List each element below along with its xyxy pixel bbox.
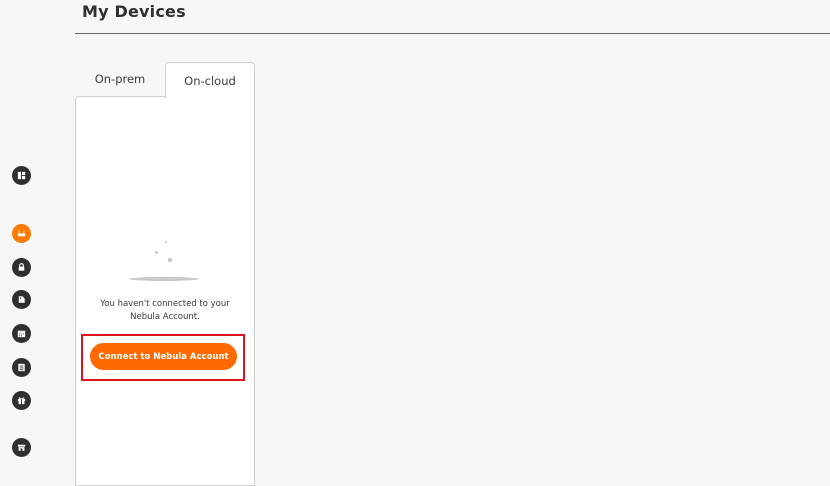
empty-illustration-dot: [165, 241, 167, 243]
title-divider: [75, 33, 830, 34]
empty-illustration-dot: [168, 258, 172, 262]
tag-icon[interactable]: [12, 290, 31, 309]
dashboard-icon[interactable]: [12, 166, 31, 185]
empty-state-line-1: You haven't connected to your: [100, 299, 230, 309]
lock-icon[interactable]: [12, 258, 31, 277]
tab-on-prem[interactable]: On-prem: [77, 62, 163, 96]
gift-icon[interactable]: [12, 391, 31, 410]
empty-state-message: You haven't connected to your Nebula Acc…: [80, 298, 250, 324]
connect-nebula-button[interactable]: Connect to Nebula Account: [90, 343, 237, 370]
tab-on-cloud[interactable]: On-cloud: [165, 62, 255, 98]
page-title: My Devices: [82, 2, 186, 21]
empty-illustration-dot: [155, 251, 158, 254]
empty-illustration-shadow: [129, 277, 199, 281]
store-icon[interactable]: [12, 438, 31, 457]
list-icon[interactable]: [12, 358, 31, 377]
calendar-icon[interactable]: [12, 324, 31, 343]
empty-state-line-2: Nebula Account.: [130, 312, 200, 322]
on-cloud-panel: [75, 96, 255, 486]
router-icon[interactable]: [12, 224, 31, 243]
